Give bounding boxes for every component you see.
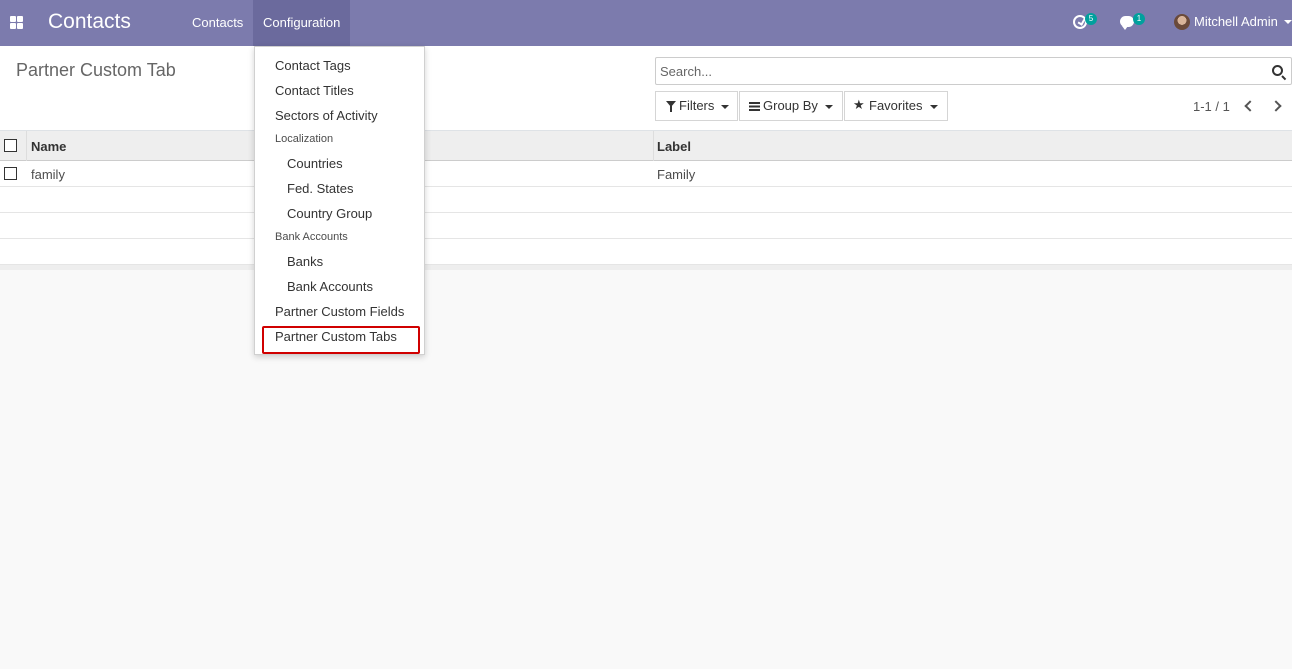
pager-previous-icon[interactable] — [1244, 100, 1256, 112]
column-divider — [653, 131, 654, 161]
empty-row — [0, 239, 1292, 265]
search-box[interactable] — [655, 57, 1292, 85]
column-header-name[interactable]: Name — [31, 139, 66, 154]
menu-item-contact-titles[interactable]: Contact Titles — [275, 83, 354, 98]
top-navbar: Contacts Contacts Configuration 5 1 Mitc… — [0, 0, 1292, 46]
user-menu-caret-icon[interactable] — [1284, 20, 1292, 24]
empty-row — [0, 187, 1292, 213]
favorites-label: Favorites — [869, 98, 923, 113]
menu-item-sectors-of-activity[interactable]: Sectors of Activity — [275, 108, 378, 123]
cell-name[interactable]: family — [31, 167, 65, 182]
filter-icon — [666, 101, 676, 112]
menu-item-fed-states[interactable]: Fed. States — [287, 181, 353, 196]
caret-down-icon — [930, 105, 938, 109]
list-view: Name Label family Family — [0, 131, 1292, 270]
favorites-button[interactable]: ★ Favorites — [844, 91, 948, 121]
search-input[interactable] — [660, 58, 1260, 84]
select-all-checkbox[interactable] — [4, 139, 17, 152]
caret-down-icon — [721, 105, 729, 109]
list-footer — [0, 265, 1292, 270]
caret-down-icon — [825, 105, 833, 109]
pager-next-icon[interactable] — [1270, 100, 1282, 112]
column-divider — [26, 131, 27, 161]
activity-count-badge: 5 — [1085, 13, 1097, 25]
table-row[interactable]: family Family — [0, 161, 1292, 187]
menu-item-partner-custom-fields[interactable]: Partner Custom Fields — [275, 304, 404, 319]
menu-item-countries[interactable]: Countries — [287, 156, 343, 171]
filters-label: Filters — [679, 98, 715, 113]
chat-icon[interactable] — [1120, 16, 1134, 30]
app-title[interactable]: Contacts — [48, 10, 131, 34]
groupby-button[interactable]: Group By — [739, 91, 843, 121]
highlight-box — [262, 326, 420, 354]
breadcrumb: Partner Custom Tab — [16, 60, 176, 80]
menu-item-bank-accounts[interactable]: Bank Accounts — [287, 279, 373, 294]
list-header: Name Label — [0, 131, 1292, 161]
list-icon — [749, 102, 760, 111]
pager-value[interactable]: 1-1 / 1 — [1193, 99, 1230, 114]
control-panel: Partner Custom Tab Filters Group By ★ Fa… — [0, 46, 1292, 131]
menu-contacts[interactable]: Contacts — [182, 0, 253, 46]
search-icon[interactable] — [1272, 65, 1283, 76]
menu-configuration[interactable]: Configuration — [253, 0, 351, 46]
apps-menu-icon[interactable] — [10, 16, 23, 29]
empty-row — [0, 213, 1292, 239]
filters-button[interactable]: Filters — [655, 91, 738, 121]
menu-item-contact-tags[interactable]: Contact Tags — [275, 58, 351, 73]
menu-item-country-group[interactable]: Country Group — [287, 206, 372, 221]
configuration-dropdown: Contact Tags Contact Titles Sectors of A… — [254, 46, 425, 355]
menu-item-banks[interactable]: Banks — [287, 254, 323, 269]
cell-label[interactable]: Family — [657, 167, 695, 182]
user-name[interactable]: Mitchell Admin — [1194, 14, 1278, 29]
message-count-badge: 1 — [1133, 13, 1145, 25]
column-header-label[interactable]: Label — [657, 139, 691, 154]
star-icon: ★ — [853, 97, 865, 112]
groupby-label: Group By — [763, 98, 818, 113]
menu-header-bank-accounts: Bank Accounts — [275, 231, 348, 243]
user-avatar[interactable] — [1174, 14, 1190, 30]
row-checkbox[interactable] — [4, 167, 17, 180]
menu-header-localization: Localization — [275, 133, 334, 145]
